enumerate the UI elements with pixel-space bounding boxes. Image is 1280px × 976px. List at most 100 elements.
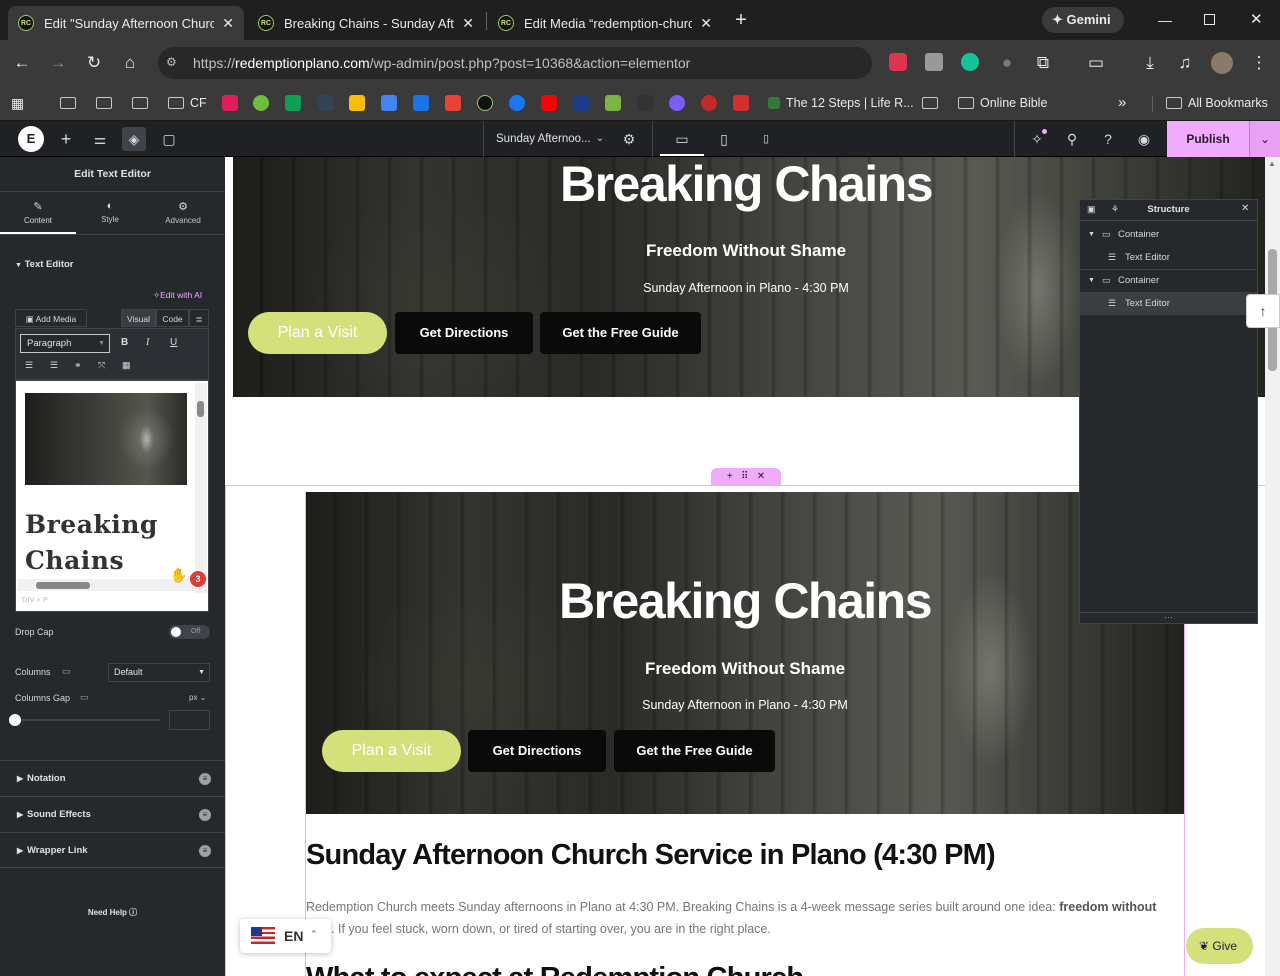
scroll-thumb[interactable] (197, 401, 204, 417)
tab-edit-page[interactable]: RC Edit "Sunday Afternoon Church ✕ (8, 6, 244, 40)
extension-r-icon[interactable] (925, 53, 943, 71)
resize-handle-icon[interactable]: ⋯ (1080, 612, 1257, 623)
add-media-button[interactable]: ▣ Add Media (15, 309, 87, 327)
bookmark-docs[interactable] (381, 92, 397, 114)
chevron-down-icon[interactable]: ⌄ (588, 127, 612, 151)
desktop-icon[interactable]: ▭ (670, 127, 694, 151)
need-help-link[interactable]: Need Help ⓘ (0, 907, 225, 918)
extensions-puzzle-icon[interactable]: ⧉ (1032, 52, 1054, 74)
structure-item-text-editor-selected[interactable]: ☰ Text Editor (1080, 292, 1257, 315)
bookmark-list[interactable] (605, 92, 621, 114)
new-tab-plus-icon[interactable]: + (730, 8, 752, 32)
help-icon[interactable]: ? (1096, 127, 1120, 151)
bookmark-dw[interactable] (637, 92, 653, 114)
table-icon[interactable]: ▦ (122, 360, 131, 371)
mobile-icon[interactable]: ▯ (754, 127, 778, 151)
bookmark-c[interactable] (669, 92, 685, 114)
scroll-thumb[interactable] (36, 582, 90, 589)
fullscreen-icon[interactable]: ⤧ (98, 360, 105, 371)
toggle-toolbar-icon[interactable]: ≣ (189, 309, 209, 327)
bookmark-youtube[interactable] (541, 92, 557, 114)
code-tab[interactable]: Code (156, 309, 189, 327)
get-directions-button[interactable]: Get Directions (468, 730, 606, 772)
bookmark-ext[interactable] (318, 92, 334, 114)
tab-advanced[interactable]: ⚙ Advanced (144, 192, 222, 234)
drag-handle-icon[interactable]: ⠿ (741, 471, 748, 482)
apps-grid-icon[interactable]: ▦ (11, 92, 24, 114)
section-notation[interactable]: ▶ Notation ≡ (0, 760, 225, 796)
italic-icon[interactable]: I (146, 337, 149, 348)
bookmark-ext[interactable] (733, 92, 749, 114)
gemini-button[interactable]: ✦ Gemini (1042, 7, 1124, 33)
download-icon[interactable]: ⤓ (1139, 52, 1161, 74)
publish-options-chevron-icon[interactable]: ⌄ (1249, 121, 1280, 157)
comments-icon[interactable]: ▢ (157, 127, 181, 151)
cast-icon[interactable]: ▭ (1085, 52, 1107, 74)
profile-avatar[interactable] (1211, 52, 1233, 74)
bullet-list-icon[interactable]: ☰ (25, 360, 33, 371)
edit-with-ai-button[interactable]: ✧Edit with AI (153, 290, 202, 301)
structure-item-text-editor[interactable]: ☰ Text Editor (1080, 246, 1257, 269)
container-handle[interactable]: + ⠿ ✕ (711, 468, 781, 485)
menu-kebab-icon[interactable]: ⋮ (1248, 52, 1270, 74)
search-icon[interactable]: ⚲ (1060, 127, 1084, 151)
publish-button[interactable]: Publish (1167, 121, 1249, 157)
underline-icon[interactable]: U (170, 337, 177, 348)
add-plus-icon[interactable]: + (727, 471, 733, 482)
bookmark-folder[interactable] (60, 92, 82, 114)
page-title[interactable]: Sunday Afternoo... (496, 121, 591, 157)
get-directions-button[interactable]: Get Directions (395, 312, 533, 354)
tab-style[interactable]: ◐ Style (76, 192, 144, 234)
caret-down-icon[interactable]: ▼ (1088, 269, 1095, 292)
editor-content-area[interactable]: Breaking Chains DIV » P ✋ 3 (15, 380, 209, 612)
close-icon[interactable]: ✕ (700, 15, 712, 32)
plan-visit-button[interactable]: Plan a Visit (248, 312, 387, 354)
grammarly-icon[interactable] (961, 53, 979, 71)
language-switcher[interactable]: EN ⌃ (240, 919, 331, 953)
section-sound-effects[interactable]: ▶ Sound Effects ≡ (0, 796, 225, 832)
add-element-plus-icon[interactable]: + (54, 127, 78, 151)
close-icon[interactable]: ✕ (1241, 203, 1249, 214)
bookmark-folder-online-bible[interactable]: Online Bible (958, 92, 1047, 114)
format-select[interactable]: Paragraph ▼ (20, 334, 110, 353)
close-icon[interactable]: ✕ (222, 15, 234, 32)
page-settings-gear-icon[interactable]: ⚙ (617, 127, 641, 151)
scroll-up-icon[interactable]: ▲ (1268, 159, 1276, 168)
bookmark-facebook[interactable] (509, 92, 525, 114)
plan-visit-button[interactable]: Plan a Visit (322, 730, 461, 772)
free-guide-button[interactable]: Get the Free Guide (540, 312, 701, 354)
bookmark-folder[interactable] (922, 92, 944, 114)
forward-icon[interactable]: → (47, 52, 69, 74)
tab-edit-media[interactable]: RC Edit Media “redemption-church ✕ (488, 6, 722, 40)
reload-icon[interactable]: ↻ (83, 52, 105, 74)
bookmark-12-steps[interactable]: The 12 Steps | Life R... (768, 92, 914, 114)
address-bar[interactable]: https://redemptionplano.com/wp-admin/pos… (158, 47, 872, 79)
microphone-icon[interactable]: ● (996, 52, 1018, 74)
media-control-icon[interactable]: ♫ (1174, 52, 1196, 74)
horizontal-scrollbar[interactable] (18, 579, 193, 591)
site-settings-sliders-icon[interactable]: ⚌ (88, 127, 112, 151)
bookmark-slack[interactable] (222, 92, 238, 114)
home-icon[interactable]: ⌂ (119, 52, 141, 74)
notification-badge[interactable]: 3 (190, 571, 206, 587)
drop-cap-toggle[interactable]: Off (169, 625, 210, 639)
vertical-scrollbar[interactable] (195, 383, 207, 593)
slider-handle[interactable] (9, 714, 21, 726)
back-icon[interactable]: ← (11, 52, 33, 74)
back-to-top-icon[interactable]: ↑ (1246, 294, 1280, 328)
bookmark-rc[interactable] (477, 92, 493, 114)
section-wrapper-link[interactable]: ▶ Wrapper Link ≡ (0, 832, 225, 868)
bookmark-folder[interactable] (132, 92, 154, 114)
columns-gap-slider[interactable] (15, 719, 160, 721)
numbered-list-icon[interactable]: ☰ (50, 360, 58, 371)
link-icon[interactable]: ⚭ (74, 360, 82, 371)
bookmark-calendar[interactable] (413, 92, 429, 114)
minimize-icon[interactable]: — (1158, 10, 1172, 30)
hero-section-main[interactable]: Breaking Chains Freedom Without Shame Su… (306, 492, 1184, 814)
structure-item-container[interactable]: ▼ ▭ Container (1080, 269, 1257, 292)
bookmark-gmail[interactable] (445, 92, 461, 114)
caret-down-icon[interactable]: ▼ (1088, 223, 1095, 246)
bookmark-headset[interactable] (701, 92, 717, 114)
section-text-editor[interactable]: ▼ Text Editor (15, 259, 74, 270)
canvas-scrollbar[interactable]: ▲ (1265, 157, 1280, 976)
